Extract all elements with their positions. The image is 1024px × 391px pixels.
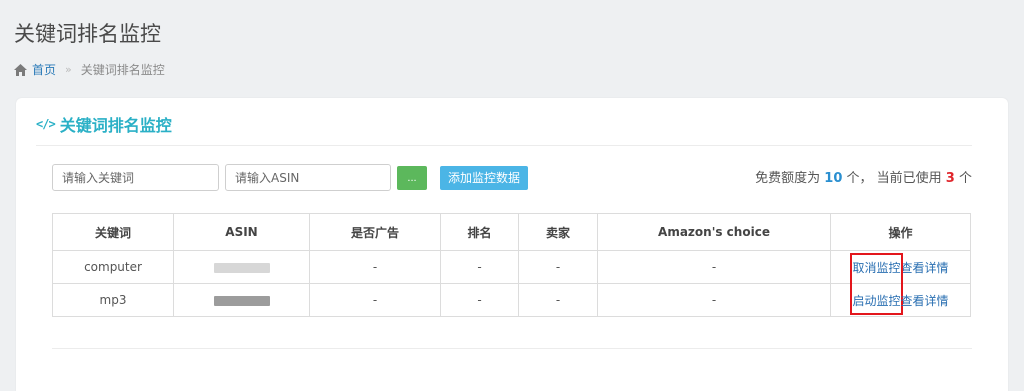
breadcrumb-home-link[interactable]: 首页: [32, 61, 56, 78]
monitor-table: 关键词 ASIN 是否广告 排名 卖家 Amazon's choice 操作 c…: [52, 213, 971, 317]
view-details-link[interactable]: 查看详情: [901, 261, 949, 275]
column-header-asin: ASIN: [173, 213, 310, 251]
home-icon: [14, 63, 27, 76]
start-monitor-link[interactable]: 启动监控: [852, 294, 900, 308]
table-header-row: 关键词 ASIN 是否广告 排名 卖家 Amazon's choice 操作: [52, 213, 971, 251]
cell-ad: -: [309, 250, 441, 284]
quota-info: 免费额度为 10 个， 当前已使用 3 个: [755, 167, 972, 186]
cell-actions: 取消监控查看详情: [830, 250, 971, 315]
column-header-seller: 卖家: [518, 213, 598, 251]
quota-used: 3: [945, 171, 955, 186]
page-title: 关键词排名监控: [14, 22, 161, 46]
code-icon: </>: [36, 117, 56, 131]
redacted-asin: [213, 262, 270, 273]
cell-seller: -: [518, 250, 598, 284]
cell-rank: -: [440, 283, 519, 317]
table-row: computer - - - - 取消监控查看详情: [52, 250, 971, 315]
quota-prefix: 免费额度为: [755, 171, 821, 186]
cell-amazon-choice: -: [597, 250, 831, 284]
cell-ad: -: [309, 283, 441, 317]
quota-total: 10: [824, 171, 843, 186]
search-toolbar: ... 添加监控数据: [52, 164, 529, 191]
column-header-ad: 是否广告: [309, 213, 441, 251]
panel-header: </> 关键词排名监控: [36, 112, 172, 136]
asin-input[interactable]: [225, 164, 391, 191]
cell-actions: 启动监控查看详情: [830, 283, 971, 317]
cell-keyword: computer: [52, 250, 174, 284]
main-panel: </> 关键词排名监控 ... 添加监控数据 免费额度为 10 个， 当前已使用…: [16, 98, 1008, 391]
column-header-actions: 操作: [830, 213, 971, 251]
cell-amazon-choice: -: [597, 283, 831, 317]
panel-title: 关键词排名监控: [59, 116, 172, 135]
redacted-asin: [213, 295, 270, 306]
column-header-amazon-choice: Amazon's choice: [597, 213, 831, 251]
add-monitor-button[interactable]: 添加监控数据: [440, 165, 529, 190]
column-header-rank: 排名: [440, 213, 519, 251]
breadcrumb: 首页 » 关键词排名监控: [14, 61, 165, 78]
quota-mid: 个， 当前已使用: [846, 171, 942, 186]
bottom-divider: [52, 348, 972, 349]
cell-seller: -: [518, 283, 598, 317]
cell-asin: [173, 250, 310, 284]
breadcrumb-separator: »: [65, 63, 72, 76]
breadcrumb-current: 关键词排名监控: [80, 63, 165, 77]
view-details-link[interactable]: 查看详情: [901, 294, 949, 308]
cell-asin: [173, 283, 310, 317]
quota-suffix: 个: [958, 171, 972, 186]
column-header-keyword: 关键词: [52, 213, 174, 251]
search-button[interactable]: ...: [397, 165, 427, 190]
cell-rank: -: [440, 250, 519, 284]
cancel-monitor-link[interactable]: 取消监控: [852, 261, 900, 275]
cell-keyword: mp3: [52, 283, 174, 317]
table-row: mp3 - - - - 启动监控查看详情: [52, 283, 971, 317]
panel-divider: [36, 145, 972, 146]
keyword-input[interactable]: [52, 164, 219, 191]
